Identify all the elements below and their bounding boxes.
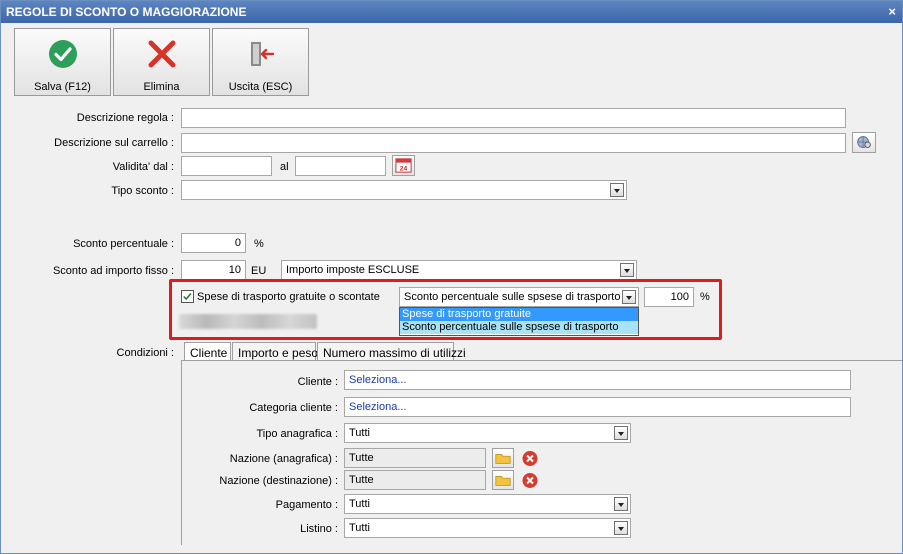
- shipping-checkbox[interactable]: [181, 290, 194, 303]
- nation-registry-input[interactable]: Tutte: [344, 448, 486, 468]
- shipping-percent-input[interactable]: 100: [644, 287, 694, 307]
- registry-type-label: Tipo anagrafica :: [256, 428, 338, 440]
- shipping-percent-unit: %: [700, 291, 710, 303]
- chevron-down-icon[interactable]: [610, 183, 624, 197]
- folder-icon: [495, 454, 511, 464]
- exit-door-icon: [251, 42, 275, 66]
- blurred-text: [179, 314, 317, 329]
- fixed-discount-label: Sconto ad importo fisso :: [52, 265, 174, 277]
- translate-button[interactable]: [852, 132, 876, 153]
- delete-x-icon: [148, 40, 176, 68]
- tab-cliente[interactable]: Cliente: [184, 342, 231, 362]
- price-list-value: Tutti: [349, 522, 370, 534]
- nation-destination-label: Nazione (destinazione) :: [219, 475, 338, 487]
- option-free-shipping[interactable]: Spese di trasporto gratuite: [400, 308, 638, 321]
- shipping-type-select[interactable]: Sconto percentuale sulle spsese di trasp…: [399, 287, 639, 307]
- nation-registry-label: Nazione (anagrafica) :: [229, 453, 338, 465]
- conditions-label: Condizioni :: [116, 347, 174, 359]
- delete-label: Elimina: [143, 81, 180, 93]
- payment-select[interactable]: Tutti: [344, 494, 631, 514]
- calendar-icon: 24: [395, 158, 412, 173]
- customer-label: Cliente :: [297, 376, 338, 388]
- nation-registry-browse-button[interactable]: [492, 448, 514, 468]
- chevron-down-icon[interactable]: [614, 426, 628, 440]
- option-percent-shipping[interactable]: Sconto percentuale sulle spsese di trasp…: [400, 321, 638, 334]
- title-bar: REGOLE DI SCONTO O MAGGIORAZIONE ×: [1, 1, 902, 23]
- close-icon[interactable]: ×: [888, 4, 896, 19]
- checkmark-icon: [49, 40, 77, 68]
- validity-to-label: al: [280, 161, 289, 173]
- fixed-discount-input[interactable]: 10: [181, 260, 246, 280]
- customer-category-label: Categoria cliente :: [249, 402, 338, 414]
- calendar-button[interactable]: 24: [392, 155, 415, 176]
- nation-destination-browse-button[interactable]: [492, 470, 514, 490]
- exit-label: Uscita (ESC): [228, 81, 293, 93]
- tax-mode-value: Importo imposte ESCLUSE: [286, 264, 420, 276]
- delete-button[interactable]: Elimina: [113, 28, 210, 96]
- clear-icon: [522, 473, 538, 488]
- price-list-label: Listino :: [300, 523, 338, 535]
- clear-icon: [522, 451, 538, 466]
- nation-destination-clear-button[interactable]: [520, 471, 540, 490]
- description-label: Descrizione regola :: [76, 112, 174, 124]
- discount-type-label: Tipo sconto :: [111, 185, 174, 197]
- chevron-down-icon[interactable]: [614, 497, 628, 511]
- validity-from-label: Validita' dal :: [112, 161, 174, 173]
- payment-label: Pagamento :: [275, 499, 338, 511]
- description-input[interactable]: [181, 108, 846, 128]
- customer-input[interactable]: Seleziona...: [344, 370, 851, 390]
- exit-button[interactable]: Uscita (ESC): [212, 28, 309, 96]
- percent-unit: %: [254, 238, 264, 250]
- checkmark-icon: [183, 293, 192, 301]
- discount-type-select[interactable]: [181, 180, 627, 200]
- currency-unit: EU: [251, 265, 267, 277]
- globe-gear-icon: [857, 136, 871, 148]
- save-label: Salva (F12): [34, 81, 91, 93]
- chevron-down-icon[interactable]: [614, 521, 628, 535]
- shipping-type-options: Spese di trasporto gratuite Sconto perce…: [399, 307, 639, 336]
- price-list-select[interactable]: Tutti: [344, 518, 631, 538]
- calendar-day: 24: [400, 166, 408, 173]
- percent-discount-label: Sconto percentuale :: [73, 238, 174, 250]
- registry-type-value: Tutti: [349, 427, 370, 439]
- nation-registry-clear-button[interactable]: [520, 449, 540, 468]
- shipping-type-value: Sconto percentuale sulle spsese di trasp…: [404, 291, 621, 303]
- cart-description-label: Descrizione sul carrello :: [54, 137, 174, 149]
- window-title: REGOLE DI SCONTO O MAGGIORAZIONE: [6, 5, 247, 19]
- tax-mode-select[interactable]: Importo imposte ESCLUSE: [281, 260, 637, 280]
- payment-value: Tutti: [349, 498, 370, 510]
- tab-importo-peso[interactable]: Importo e peso: [232, 342, 318, 361]
- cart-description-input[interactable]: [181, 133, 846, 153]
- chevron-down-icon[interactable]: [620, 263, 634, 277]
- save-button[interactable]: Salva (F12): [14, 28, 111, 96]
- validity-from-input[interactable]: [181, 156, 272, 176]
- validity-to-input[interactable]: [295, 156, 386, 176]
- customer-category-input[interactable]: Seleziona...: [344, 397, 851, 417]
- chevron-down-icon[interactable]: [622, 290, 636, 304]
- registry-type-select[interactable]: Tutti: [344, 423, 631, 443]
- nation-destination-input[interactable]: Tutte: [344, 470, 486, 490]
- rule-window: REGOLE DI SCONTO O MAGGIORAZIONE × Salva…: [0, 0, 903, 554]
- shipping-checkbox-label[interactable]: Spese di trasporto gratuite o scontate: [197, 291, 380, 303]
- folder-icon: [495, 476, 511, 486]
- tab-numero-utilizzi[interactable]: Numero massimo di utilizzi: [317, 342, 466, 361]
- percent-discount-input[interactable]: 0: [181, 233, 246, 253]
